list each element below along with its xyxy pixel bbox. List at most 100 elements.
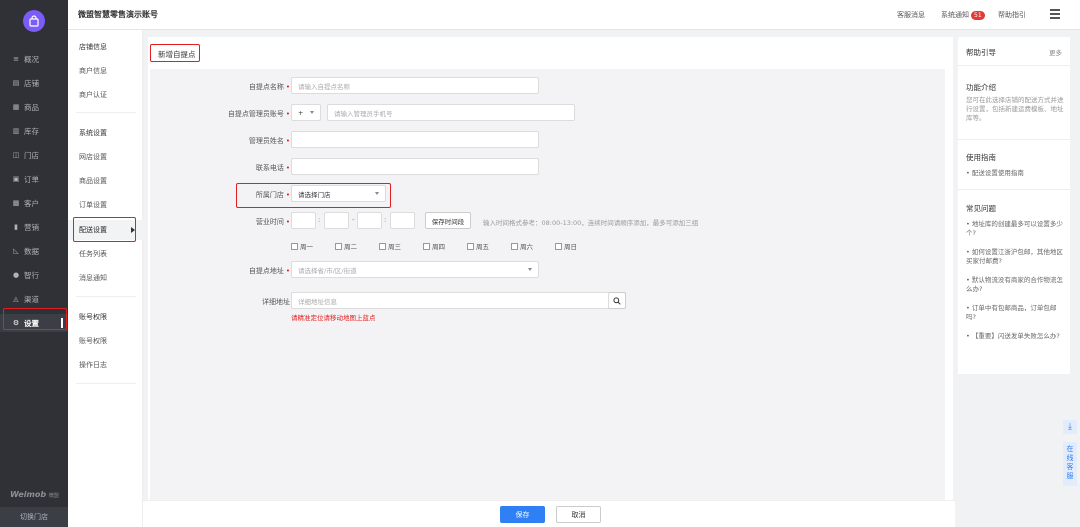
nav-item[interactable]: ◬ 渠道: [0, 290, 68, 308]
submenu-item[interactable]: 商户认证: [79, 90, 107, 100]
faq-link[interactable]: • 如何设置江浙沪包邮，其他地区买家付邮费?: [966, 248, 1064, 266]
app-logo-icon[interactable]: [23, 10, 45, 32]
address-error-text: 请精准定位请移动地图上蓝点: [291, 314, 376, 322]
divider: [958, 65, 1070, 66]
intro-text: 您可在此选择店铺的配送方式并进行设置，包括新建运费模板、地址库等。: [966, 96, 1064, 122]
page-title: 新增自提点: [158, 50, 196, 59]
divider: [958, 139, 1070, 140]
online-service-button[interactable]: 在线客服: [1063, 442, 1077, 486]
faq-link[interactable]: • 地址库的创建最多可以设置多少个?: [966, 220, 1064, 238]
nav-item-label: 数据: [24, 246, 39, 256]
store-select[interactable]: 请选择门店: [291, 185, 386, 202]
submenu-item[interactable]: 账号权限: [79, 336, 107, 346]
nav-item[interactable]: ◺ 数据: [0, 242, 68, 260]
search-icon[interactable]: [608, 292, 626, 309]
account-title: 微盟智慧零售演示账号: [78, 10, 158, 19]
hour-start-m[interactable]: [324, 212, 349, 229]
cancel-button[interactable]: 取消: [556, 506, 601, 523]
menu-icon[interactable]: [1050, 9, 1060, 21]
submenu-item[interactable]: 网店设置: [79, 152, 107, 162]
faq-link[interactable]: • 【重要】闪送发单失败怎么办?: [966, 332, 1064, 341]
weekday-checkbox[interactable]: 周六: [511, 241, 533, 251]
weekday-label: 周日: [564, 243, 577, 251]
address-input[interactable]: 详细地址信息: [291, 292, 626, 309]
nav-item[interactable]: ▦ 商品: [0, 98, 68, 116]
submenu-item-delivery[interactable]: 配送设置: [79, 225, 107, 235]
save-button[interactable]: 保存: [500, 506, 545, 523]
admin-phone-input[interactable]: 请输入管理员手机号: [327, 104, 575, 121]
service-messages-link[interactable]: 客服消息: [897, 10, 925, 20]
nav-item[interactable]: ≡ 概况: [0, 50, 68, 68]
help-panel: 帮助引导 更多 功能介绍 您可在此选择店铺的配送方式并进行设置，包括新建运费模板…: [958, 37, 1070, 374]
nav-item-label: 营销: [24, 222, 39, 232]
weekday-checkbox[interactable]: 周三: [379, 241, 401, 251]
marketing-icon: ▮: [14, 223, 18, 231]
divider: [958, 189, 1070, 190]
store-icon: ◫: [12, 151, 20, 159]
goods-icon: ▦: [12, 103, 20, 111]
help-more-link[interactable]: 更多: [1049, 47, 1062, 57]
country-code-select[interactable]: +: [291, 104, 321, 121]
faq-link[interactable]: • 默认物流没有商家的合作物流怎么办?: [966, 276, 1064, 294]
main-panel: 新增自提点 自提点名称 • 请输入自提点名称 自提点管理员账号 • + 请输入管理员…: [148, 37, 953, 527]
manager-label: 管理员姓名 •: [248, 137, 290, 145]
bag-icon: [29, 15, 39, 27]
guide-link[interactable]: • 配送设置使用指南: [966, 169, 1064, 178]
hour-end-h[interactable]: [357, 212, 382, 229]
submenu-item[interactable]: 商户信息: [79, 66, 107, 76]
chevron-down-icon: [310, 111, 314, 114]
help-guide-link[interactable]: 帮助指引: [998, 10, 1026, 20]
divider: [76, 296, 136, 297]
submenu-item[interactable]: 系统设置: [79, 128, 107, 138]
faq-link[interactable]: • 订单中有包邮商品，订单包邮吗?: [966, 304, 1064, 322]
checkbox-icon: [379, 242, 386, 250]
hour-end-m[interactable]: [390, 212, 415, 229]
chevron-down-icon: [528, 268, 532, 271]
nav-item[interactable]: ▥ 库存: [0, 122, 68, 140]
nav-item[interactable]: ⚙ 设置: [0, 314, 68, 332]
nav-item[interactable]: ▩ 客户: [0, 194, 68, 212]
area-select[interactable]: 请选择省/市/区/街道: [291, 261, 539, 278]
submenu-item[interactable]: 订单设置: [79, 200, 107, 210]
submenu-item[interactable]: 账号权限: [79, 312, 107, 322]
nav-item-label: 智行: [24, 270, 39, 280]
shop-icon: ▤: [12, 79, 20, 87]
system-notify-link[interactable]: 系统通知 51: [941, 10, 985, 20]
nav-item[interactable]: ◫ 门店: [0, 146, 68, 164]
nav-item[interactable]: ▣ 订单: [0, 170, 68, 188]
weekday-label: 周四: [432, 243, 445, 251]
settings-submenu: 店铺信息 商户信息 商户认证 系统设置 网店设置 商品设置 订单设置 配送设置 …: [68, 30, 143, 527]
switch-store-button[interactable]: 切换门店: [0, 507, 68, 527]
submenu-item[interactable]: 操作日志: [79, 360, 107, 370]
data-icon: ◺: [13, 247, 19, 255]
weekday-checkbox[interactable]: 周二: [335, 241, 357, 251]
save-time-button[interactable]: 保存时间段: [425, 212, 471, 229]
checkbox-icon: [467, 242, 474, 250]
overview-icon: ≡: [13, 55, 19, 63]
manager-name-input[interactable]: [291, 131, 539, 148]
weekday-checkbox[interactable]: 周四: [423, 241, 445, 251]
nav-item-label: 订单: [24, 174, 39, 184]
nav-item-label: 商品: [24, 102, 39, 112]
weekday-label: 周六: [520, 243, 533, 251]
nav-item[interactable]: ▮ 营销: [0, 218, 68, 236]
nav-item[interactable]: ● 智行: [0, 266, 68, 284]
submenu-item[interactable]: 店铺信息: [79, 42, 107, 52]
hour-start-h[interactable]: [291, 212, 316, 229]
checkbox-icon: [291, 242, 298, 250]
brand-logo: Weimob 微盟: [10, 490, 59, 499]
download-icon[interactable]: ⤓: [1063, 420, 1077, 434]
name-input[interactable]: 请输入自提点名称: [291, 77, 539, 94]
submenu-item[interactable]: 任务列表: [79, 249, 107, 259]
nav-item[interactable]: ▤ 店铺: [0, 74, 68, 92]
weekday-checkbox[interactable]: 周五: [467, 241, 489, 251]
submenu-item[interactable]: 消息通知: [79, 273, 107, 283]
notify-count-badge: 51: [971, 11, 985, 20]
admin-label: 自提点管理员账号 •: [227, 110, 290, 118]
weekday-checkbox[interactable]: 周一: [291, 241, 313, 251]
smart-icon: ●: [12, 271, 20, 279]
submenu-item[interactable]: 商品设置: [79, 176, 107, 186]
phone-input[interactable]: [291, 158, 539, 175]
help-title: 帮助引导: [966, 48, 996, 57]
weekday-checkbox[interactable]: 周日: [555, 241, 577, 251]
